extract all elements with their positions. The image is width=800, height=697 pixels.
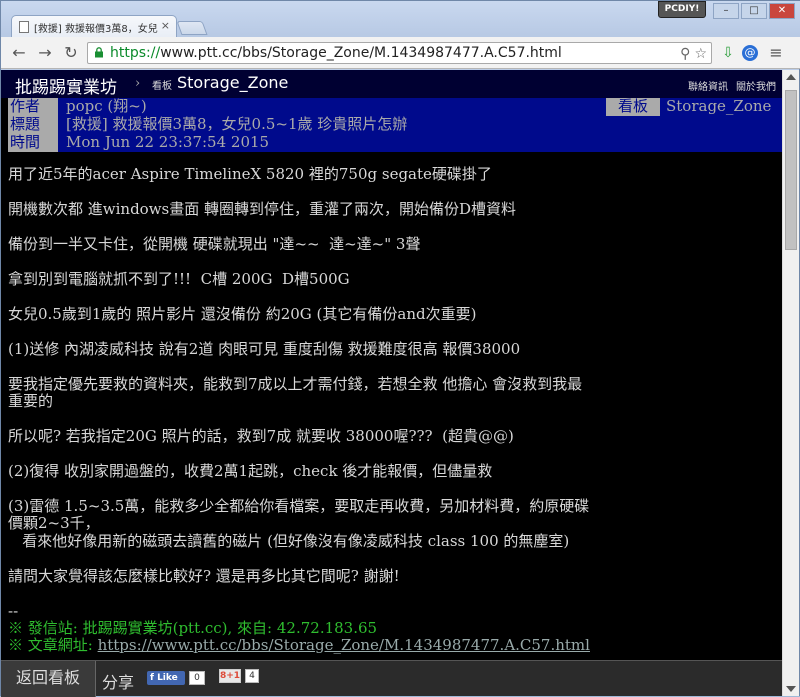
google-plus-count: 4 xyxy=(245,669,259,683)
meta-row-title: 標題 [救援] 救援報價3萬8，女兒0.5~1歲 珍貴照片怎辦 xyxy=(8,116,782,134)
tab-close-icon[interactable]: × xyxy=(161,19,170,32)
lock-icon xyxy=(95,47,103,58)
body-line: 用了近5年的acer Aspire TimelineX 5820 裡的750g … xyxy=(8,165,492,183)
time-label: 時間 xyxy=(8,134,58,152)
header-links: 聯絡資訊 關於我們 xyxy=(680,78,776,93)
board-name-link[interactable]: Storage_Zone xyxy=(177,73,288,92)
body-line: (3)雷德 1.5~3.5萬，能救多少全都給你看檔案，要取走再收費，另加材料費，… xyxy=(8,497,590,515)
signature-url-line: ※ 文章網址: https://www.ptt.cc/bbs/Storage_Z… xyxy=(8,637,590,654)
forward-arrow-icon[interactable]: → xyxy=(35,43,55,63)
omnibox-actions: ⚲ ☆ xyxy=(680,44,707,64)
extension-icon[interactable]: @ xyxy=(742,45,758,61)
facebook-like-label: Like xyxy=(157,673,178,683)
tab-title: [救援] 救援報價3萬8，女兒 xyxy=(34,24,158,35)
window-controls: – □ ✕ xyxy=(713,3,795,19)
ptt-page: 批踢踢實業坊 › 看板 Storage_Zone 聯絡資訊 關於我們 作者 pop… xyxy=(1,70,782,660)
google-plus-button[interactable]: 8+1 xyxy=(219,669,241,683)
contact-link[interactable]: 聯絡資訊 xyxy=(688,82,728,93)
meta-row-author: 作者 popc (翔~) 看板 Storage_Zone xyxy=(8,98,782,116)
reload-icon[interactable]: ↻ xyxy=(61,43,81,63)
url-text: www.ptt.cc/bbs/Storage_Zone/M.1434987477… xyxy=(160,45,562,61)
back-arrow-icon[interactable]: ← xyxy=(9,43,29,63)
share-label: 分享 xyxy=(102,673,135,692)
board-value: Storage_Zone xyxy=(666,97,772,115)
browser-toolbar: ← → ↻ https://www.ptt.cc/bbs/Storage_Zon… xyxy=(1,37,800,69)
back-to-board-button[interactable]: 返回看板 xyxy=(1,661,96,697)
title-label: 標題 xyxy=(8,116,58,134)
profile-badge: PCDIY! xyxy=(658,1,706,18)
title-value: [救援] 救援報價3萬8，女兒0.5~1歲 珍貴照片怎辦 xyxy=(66,115,408,133)
body-line: (1)送修 內湖凌威科技 說有2道 肉眼可見 重度刮傷 救援難度很高 報價380… xyxy=(8,340,521,358)
time-value: Mon Jun 22 23:37:54 2015 xyxy=(66,133,270,151)
maximize-button[interactable]: □ xyxy=(741,3,767,19)
bottom-action-bar: 返回看板 分享 f Like 0 8+1 4 xyxy=(1,660,782,697)
browser-tab[interactable]: [救援] 救援報價3萬8，女兒 × xyxy=(11,15,177,37)
board-tag: 看板 xyxy=(152,81,172,92)
facebook-icon: f xyxy=(150,673,158,683)
article-url-link[interactable]: https://www.ptt.cc/bbs/Storage_Zone/M.14… xyxy=(98,636,590,654)
body-line: 重要的 xyxy=(8,392,54,410)
new-tab-button[interactable] xyxy=(176,21,208,35)
body-line: 拿到別到電腦就抓不到了!!! C槽 200G D槽500G xyxy=(8,270,350,288)
page-icon xyxy=(19,21,29,33)
scrollbar-thumb[interactable] xyxy=(785,90,797,250)
bookmark-star-icon[interactable]: ☆ xyxy=(694,44,707,64)
download-icon[interactable]: ⇩ xyxy=(718,43,738,63)
facebook-like-count: 0 xyxy=(189,671,205,685)
signature-separator: -- xyxy=(8,602,19,620)
article-metadata: 作者 popc (翔~) 看板 Storage_Zone 標題 [救援] 救援報… xyxy=(8,98,782,152)
scroll-down-arrow-icon[interactable] xyxy=(786,686,796,692)
author-label: 作者 xyxy=(8,98,58,116)
body-line: 價顆2~3千， xyxy=(8,514,100,532)
body-line: 女兒0.5歲到1歲的 照片影片 還沒備份 約20G (其它有備份and次重要) xyxy=(8,305,477,323)
body-line: 所以呢? 若我指定20G 照片的話，救到7成 就要收 38000喔??? (超貴… xyxy=(8,427,514,445)
signature-url-label: ※ 文章網址: xyxy=(8,636,98,654)
scroll-up-arrow-icon[interactable] xyxy=(786,74,796,80)
meta-row-time: 時間 Mon Jun 22 23:37:54 2015 xyxy=(8,134,782,152)
search-icon[interactable]: ⚲ xyxy=(680,44,690,64)
url-scheme: https:// xyxy=(110,45,161,61)
board-label: 看板 xyxy=(606,98,660,116)
body-line: 備份到一半又卡住，從開機 硬碟就現出 "達~~ 達~達~" 3聲 xyxy=(8,235,421,253)
vertical-scrollbar[interactable] xyxy=(782,70,799,696)
body-line: 看來他好像用新的磁頭去讀舊的磁片 (但好像沒有像凌威科技 class 100 的… xyxy=(8,532,570,550)
facebook-like-button[interactable]: f Like xyxy=(147,671,185,685)
tab-strip: [救援] 救援報價3萬8，女兒 × PCDIY! – □ ✕ xyxy=(1,1,800,37)
breadcrumb-separator: › xyxy=(135,76,141,91)
address-bar[interactable]: https://www.ptt.cc/bbs/Storage_Zone/M.14… xyxy=(87,42,712,64)
body-line: 要我指定優先要救的資料夾，能救到7成以上才需付錢，若想全救 他擔心 會沒救到我最 xyxy=(8,375,583,393)
menu-icon[interactable]: ≡ xyxy=(766,43,786,63)
signature-origin: ※ 發信站: 批踢踢實業坊(ptt.cc), 來自: 42.72.183.65 xyxy=(8,619,378,637)
body-line: 開機數次都 進windows畫面 轉圈轉到停住，重灌了兩次，開始備份D槽資料 xyxy=(8,200,517,218)
author-value: popc (翔~) xyxy=(66,97,147,115)
browser-window: [救援] 救援報價3萬8，女兒 × PCDIY! – □ ✕ ← → ↻ htt… xyxy=(0,0,800,697)
about-link[interactable]: 關於我們 xyxy=(736,82,776,93)
body-line: 請問大家覺得該怎麼樣比較好? 還是再多比其它間呢? 謝謝! xyxy=(8,567,400,585)
close-window-button[interactable]: ✕ xyxy=(769,3,795,19)
body-line: (2)復得 收別家開過盤的，收費2萬1起跳，check 後才能報價，但儘量救 xyxy=(8,462,493,480)
minimize-button[interactable]: – xyxy=(713,3,739,19)
site-header: 批踢踢實業坊 › 看板 Storage_Zone 聯絡資訊 關於我們 xyxy=(1,70,782,98)
site-name-link[interactable]: 批踢踢實業坊 xyxy=(15,73,117,98)
